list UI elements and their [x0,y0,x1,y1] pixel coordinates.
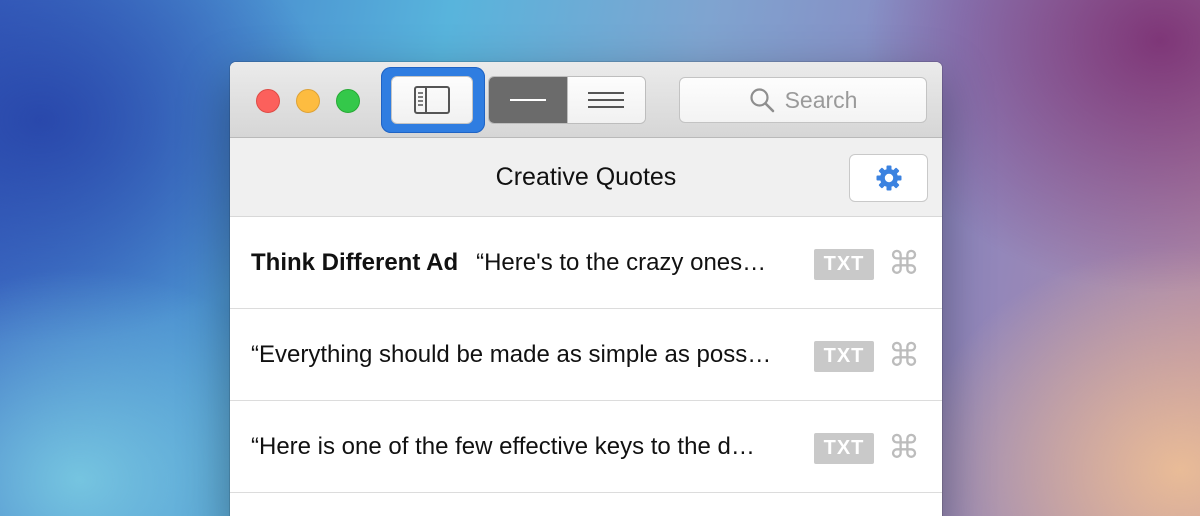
view-single-line-button[interactable] [489,77,567,123]
type-badge: TXT [814,433,874,464]
sidebar-toggle-button[interactable] [391,76,473,124]
settings-button[interactable] [849,154,928,202]
multi-line-icon [588,92,625,108]
title-bar: Search [230,62,942,138]
command-icon[interactable]: ⌘ [887,427,921,467]
sidebar-icon [414,86,450,114]
list-item-quote: “Here's to the crazy ones… [476,249,767,276]
quote-list: Think Different Ad “Here's to the crazy … [230,217,942,493]
search-placeholder: Search [784,86,858,113]
list-header: Creative Quotes [230,138,942,217]
view-multi-line-button[interactable] [566,77,645,123]
page-title: Creative Quotes [495,163,677,191]
close-button[interactable] [256,89,280,113]
list-item[interactable]: “Here is one of the few effective keys t… [230,401,942,493]
type-badge: TXT [814,341,874,372]
list-item[interactable]: “Everything should be made as simple as … [230,309,942,401]
list-item-text: “Everything should be made as simple as … [251,309,799,401]
list-item-quote: “Everything should be made as simple as … [251,341,772,368]
single-line-icon [509,99,546,101]
list-item-text: Think Different Ad “Here's to the crazy … [251,217,799,309]
list-item-quote: “Here is one of the few effective keys t… [251,433,755,460]
list-item-title: Think Different Ad [251,249,459,276]
minimize-button[interactable] [296,89,320,113]
app-window: Search Creative Quotes Think Different A… [230,62,942,516]
view-mode-segmented-control [488,76,646,124]
list-item[interactable]: Think Different Ad “Here's to the crazy … [230,217,942,309]
command-icon[interactable]: ⌘ [887,335,921,375]
zoom-button[interactable] [336,89,360,113]
search-icon [749,88,774,113]
list-item-text: “Here is one of the few effective keys t… [251,401,799,493]
search-field[interactable]: Search [679,77,927,123]
command-icon[interactable]: ⌘ [887,243,921,283]
gear-icon [876,165,901,191]
type-badge: TXT [814,249,874,280]
